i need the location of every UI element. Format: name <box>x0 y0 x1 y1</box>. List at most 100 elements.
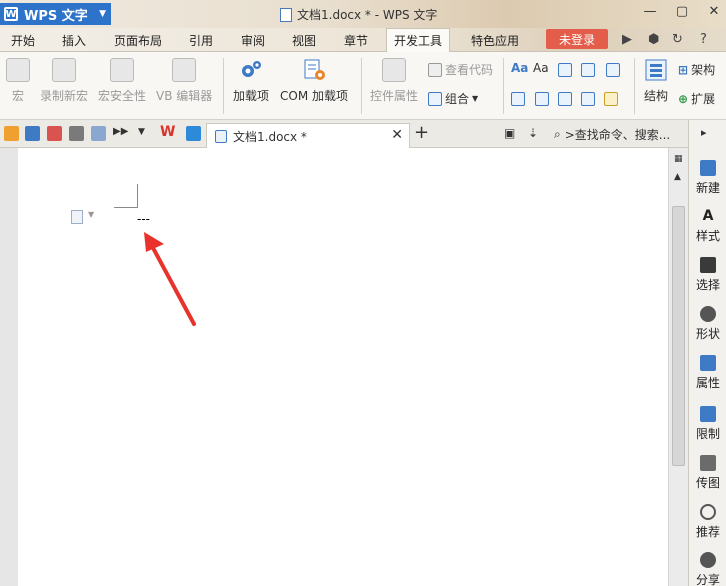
wps-app-menu-button[interactable]: W WPS 文字 ▼ <box>0 3 111 25</box>
window-controls: — ▢ ✕ <box>642 4 722 19</box>
macro-button[interactable]: 宏 <box>6 58 30 104</box>
window-title: 文档1.docx * - WPS 文字 <box>280 6 437 23</box>
collapse-icon[interactable]: ▸ <box>701 126 707 139</box>
tab-page-layout[interactable]: 页面布局 <box>114 32 162 49</box>
title-bar: W WPS 文字 ▼ 文档1.docx * - WPS 文字 — ▢ ✕ <box>0 0 726 28</box>
sidebar-item-share[interactable]: 分享 <box>689 552 726 586</box>
sync-icon[interactable]: ↻ <box>672 32 683 47</box>
combo-box-icon[interactable] <box>511 92 525 106</box>
building-block-icon[interactable] <box>581 63 595 77</box>
picture-control-icon[interactable] <box>558 63 572 77</box>
repeating-section-icon[interactable] <box>581 92 595 106</box>
filter-icon[interactable]: ⇣ <box>528 126 538 140</box>
login-button[interactable]: 未登录 <box>546 29 608 49</box>
sidebar-item-upload-image[interactable]: 传图 <box>689 455 726 491</box>
scroll-up-icon[interactable]: ▲ <box>674 172 681 182</box>
view-code-button[interactable]: 查看代码 <box>428 61 493 78</box>
ribbon-divider <box>634 58 635 114</box>
tab-view[interactable]: 视图 <box>292 32 316 49</box>
tab-document[interactable]: 文档1.docx * ✕ <box>206 123 410 148</box>
checkbox-control-icon[interactable] <box>606 63 620 77</box>
rich-text-control-icon[interactable]: Aa <box>511 61 528 75</box>
cube-icon[interactable] <box>186 126 201 141</box>
addins-button[interactable]: 加载项 <box>233 58 269 104</box>
sidebar-item-shapes[interactable]: 形状 <box>689 306 726 342</box>
structure-button[interactable]: 结构 <box>644 58 668 104</box>
plain-text-control-icon[interactable]: Aa <box>533 61 549 75</box>
minimize-button[interactable]: — <box>642 4 658 19</box>
tab-special-apps[interactable]: 特色应用 <box>471 32 519 49</box>
skin-icon[interactable]: ⬢ <box>648 32 659 47</box>
gears-icon <box>239 58 263 82</box>
sidebar-item-recommend[interactable]: 推荐 <box>689 504 726 540</box>
tab-home[interactable]: 开始 <box>11 32 35 49</box>
close-tab-icon[interactable]: ✕ <box>391 127 403 143</box>
document-canvas[interactable]: ▼ --- <box>0 148 668 586</box>
control-properties-label: 控件属性 <box>370 89 419 103</box>
video-icon[interactable]: ▣ <box>504 126 515 140</box>
vb-editor-label: VB 编辑器 <box>156 89 213 103</box>
structure-icon <box>644 58 668 82</box>
sidebar-item-restrict[interactable]: 限制 <box>689 406 726 442</box>
save-icon[interactable] <box>25 126 40 141</box>
command-search[interactable]: ⌕ >查找命令、搜索... <box>554 126 670 143</box>
help-icon[interactable]: ? <box>700 32 707 47</box>
record-macro-button[interactable]: 录制新宏 <box>40 58 88 104</box>
print-preview-icon[interactable] <box>91 126 106 141</box>
tab-references[interactable]: 引用 <box>189 32 213 49</box>
view-code-icon <box>428 62 442 77</box>
sidebar-item-label: 选择 <box>695 278 720 292</box>
vertical-scrollbar[interactable]: ▦ ▲ <box>668 148 688 586</box>
wps-logo-icon: W <box>4 7 18 21</box>
expand-button[interactable]: ⊕ 扩展 <box>678 90 715 107</box>
print-icon[interactable] <box>69 126 84 141</box>
app-menu-label: WPS 文字 <box>24 8 88 24</box>
more-chevron-icon[interactable]: ▶▶ <box>113 126 128 137</box>
page-gutter <box>0 148 18 586</box>
tab-developer[interactable]: 开发工具 <box>386 28 450 53</box>
frame-button[interactable]: ⊞ 架构 <box>678 61 715 78</box>
date-picker-icon[interactable] <box>558 92 572 106</box>
sidebar-item-styles[interactable]: A 样式 <box>689 208 726 244</box>
group-button[interactable]: 组合 ▼ <box>428 90 478 107</box>
wps-cloud-icon[interactable]: W <box>160 124 175 140</box>
chevron-down-icon[interactable]: ▼ <box>138 127 145 137</box>
dropdown-list-icon[interactable] <box>535 92 549 106</box>
tab-chapter[interactable]: 章节 <box>344 32 368 49</box>
sidebar-item-properties[interactable]: 属性 <box>689 355 726 391</box>
sidebar-item-label: 形状 <box>695 327 720 341</box>
styles-icon: A <box>702 208 714 224</box>
new-icon <box>700 160 716 176</box>
restore-button[interactable]: ▢ <box>674 4 690 19</box>
tab-review[interactable]: 审阅 <box>241 32 265 49</box>
share-icon <box>700 552 716 568</box>
tab-insert[interactable]: 插入 <box>62 32 86 49</box>
menu-bar: 开始 插入 页面布局 引用 审阅 视图 章节 开发工具 特色应用 未登录 ▶ ⬢… <box>0 28 726 53</box>
close-button[interactable]: ✕ <box>706 4 722 19</box>
control-properties-button[interactable]: 控件属性 <box>370 58 418 104</box>
paragraph-layout-icon[interactable] <box>71 210 83 224</box>
sidebar-item-label: 传图 <box>695 476 720 490</box>
com-addins-button[interactable]: COM 加载项 <box>280 58 348 104</box>
vb-editor-button[interactable]: VB 编辑器 <box>156 58 212 104</box>
open-folder-icon[interactable] <box>4 126 19 141</box>
document-text[interactable]: --- <box>137 212 150 226</box>
new-tab-button[interactable]: + <box>414 122 429 143</box>
sidebar-item-new[interactable]: 新建 <box>689 160 726 196</box>
scroll-mode-icon[interactable]: ▦ <box>674 154 683 164</box>
com-addins-icon <box>302 58 326 82</box>
sidebar-item-select[interactable]: 选择 <box>689 257 726 293</box>
chevron-down-icon[interactable]: ▼ <box>88 210 94 219</box>
scroll-thumb[interactable] <box>672 206 685 466</box>
vb-editor-icon <box>172 58 197 82</box>
macro-security-button[interactable]: 宏安全性 <box>98 58 146 104</box>
control-properties-icon <box>382 58 406 82</box>
ribbon-divider <box>361 58 362 114</box>
command-search-placeholder: >查找命令、搜索... <box>564 128 671 142</box>
play-icon[interactable]: ▶ <box>622 32 632 47</box>
sidebar-item-label: 分享 <box>695 573 720 586</box>
macro-security-label: 宏安全性 <box>98 89 147 103</box>
export-pdf-icon[interactable] <box>47 126 62 141</box>
sidebar-item-label: 新建 <box>695 181 720 195</box>
legacy-tools-icon[interactable] <box>604 92 618 106</box>
